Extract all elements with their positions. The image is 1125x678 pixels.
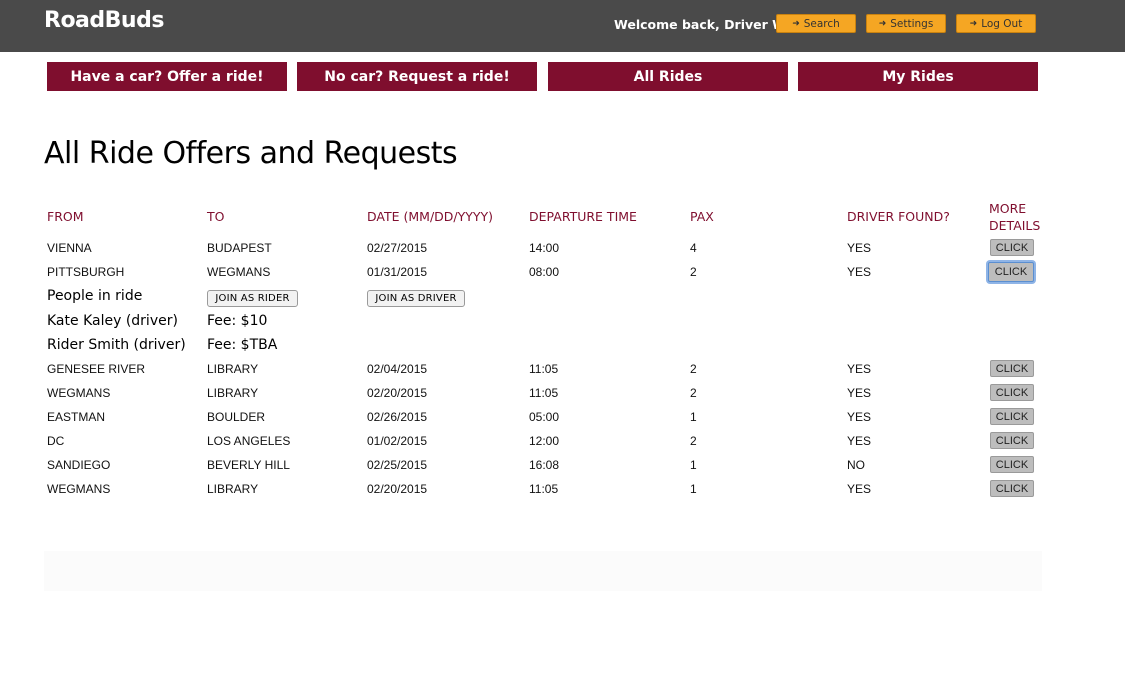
cell-to: LOS ANGELES [207,434,291,448]
cell-date: 02/26/2015 [367,410,428,424]
more-details-button[interactable]: CLICK [990,408,1034,425]
column-header-more-details: MORE DETAILS [989,200,1040,234]
column-header-pax: PAX [690,209,714,224]
cell-pax: 2 [690,434,697,448]
settings-button-label: Settings [890,17,934,30]
cell-driver-found: YES [847,386,872,400]
cell-driver-found: NO [847,458,865,472]
join-as-driver-button[interactable]: JOIN AS DRIVER [367,290,465,307]
cell-to: LIBRARY [207,386,259,400]
cell-date: 02/20/2015 [367,482,428,496]
cell-time: 11:05 [529,482,559,496]
search-button[interactable]: ➜ Search [776,14,856,33]
more-details-button[interactable]: CLICK [990,360,1034,377]
cell-to: WEGMANS [207,265,271,279]
cell-time: 12:00 [529,434,560,448]
cell-pax: 1 [690,458,697,472]
more-details-button[interactable]: CLICK [990,456,1034,473]
people-in-ride-label: People in ride [47,288,143,304]
cell-from: VIENNA [47,241,92,255]
more-details-button[interactable]: CLICK [988,262,1034,282]
more-details-button[interactable]: CLICK [990,480,1034,497]
cell-pax: 2 [690,362,697,376]
column-header-to: TO [207,209,225,224]
person-fee: Fee: $TBA [207,337,278,353]
logout-button-label: Log Out [981,17,1023,30]
more-details-button[interactable]: CLICK [990,432,1034,449]
cell-from: PITTSBURGH [47,265,125,279]
cell-to: BEVERLY HILL [207,458,290,472]
cell-time: 14:00 [529,241,560,255]
cell-pax: 4 [690,241,697,255]
cell-time: 05:00 [529,410,560,424]
cell-driver-found: YES [847,362,872,376]
settings-button[interactable]: ➜ Settings [866,14,946,33]
cell-date: 02/27/2015 [367,241,428,255]
cell-date: 01/02/2015 [367,434,428,448]
cell-from: DC [47,434,65,448]
cell-driver-found: YES [847,410,872,424]
cell-driver-found: YES [847,241,872,255]
cell-from: EASTMAN [47,410,106,424]
column-header-more-line1: MORE [989,201,1027,216]
cell-from: WEGMANS [47,482,111,496]
cell-date: 02/25/2015 [367,458,428,472]
column-header-driver-found: DRIVER FOUND? [847,209,950,224]
cell-from: WEGMANS [47,386,111,400]
all-rides-button[interactable]: All Rides [548,62,788,91]
cell-driver-found: YES [847,434,872,448]
cell-date: 02/20/2015 [367,386,428,400]
cell-driver-found: YES [847,265,872,279]
search-button-label: Search [803,17,840,30]
logout-button[interactable]: ➜ Log Out [956,14,1036,33]
cell-time: 16:08 [529,458,560,472]
cell-pax: 2 [690,386,697,400]
cell-driver-found: YES [847,482,872,496]
cell-time: 11:05 [529,386,559,400]
column-header-date: DATE (MM/DD/YYYY) [367,209,494,224]
person-name: Rider Smith (driver) [47,337,186,353]
cell-pax: 2 [690,265,697,279]
column-header-more-line2: DETAILS [989,218,1041,233]
cell-pax: 1 [690,410,697,424]
cell-date: 02/04/2015 [367,362,428,376]
cell-pax: 1 [690,482,697,496]
cell-time: 11:05 [529,362,559,376]
sign-in-icon: ➜ [792,18,800,29]
sign-in-icon: ➜ [878,18,887,29]
brand-logo[interactable]: RoadBuds [44,8,164,33]
sign-in-icon: ➜ [969,18,978,29]
offer-ride-button[interactable]: Have a car? Offer a ride! [47,62,287,91]
cell-to: BOULDER [207,410,266,424]
cell-to: LIBRARY [207,362,259,376]
person-fee: Fee: $10 [207,313,268,329]
column-header-from: FROM [47,209,84,224]
page-title: All Ride Offers and Requests [44,136,458,171]
person-name: Kate Kaley (driver) [47,313,178,329]
footer [44,551,1042,591]
my-rides-button[interactable]: My Rides [798,62,1038,91]
request-ride-button[interactable]: No car? Request a ride! [297,62,537,91]
top-bar: RoadBuds Welcome back, Driver Woo! ➜ Sea… [0,0,1125,52]
cell-date: 01/31/2015 [367,265,428,279]
cell-from: GENESEE RIVER [47,362,146,376]
more-details-button[interactable]: CLICK [990,384,1034,401]
column-header-departure-time: DEPARTURE TIME [529,209,637,224]
cell-from: SANDIEGO [47,458,111,472]
cell-to: BUDAPEST [207,241,272,255]
cell-time: 08:00 [529,265,560,279]
more-details-button[interactable]: CLICK [990,239,1034,256]
join-as-rider-button[interactable]: JOIN AS RIDER [207,290,298,307]
cell-to: LIBRARY [207,482,259,496]
